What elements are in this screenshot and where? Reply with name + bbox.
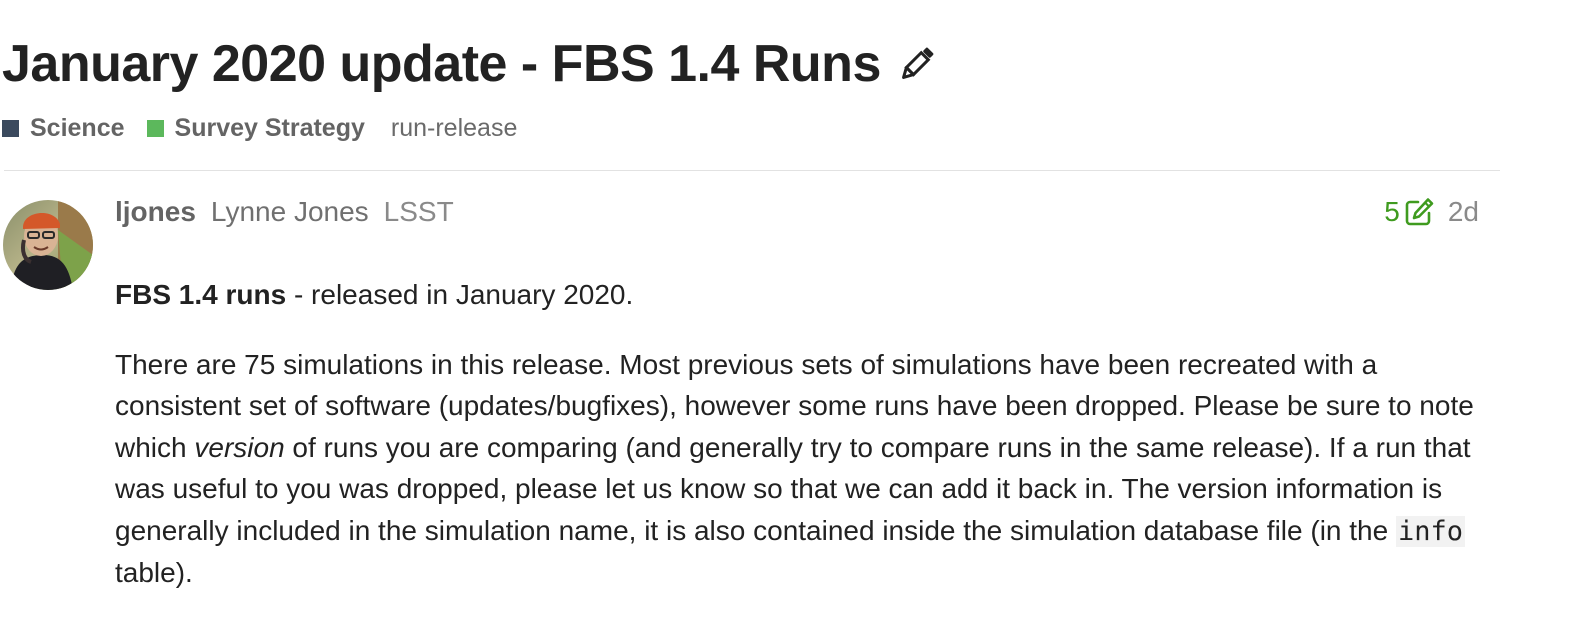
post-paragraph: FBS 1.4 runs - released in January 2020.	[115, 274, 1490, 316]
edit-count: 5	[1384, 196, 1400, 227]
username[interactable]: ljones	[115, 196, 196, 228]
post-paragraph: There are 75 simulations in this release…	[115, 344, 1490, 594]
post-text: of runs you are comparing (and generally…	[115, 431, 1471, 546]
category-color-swatch	[2, 120, 19, 137]
inline-code: info	[1395, 515, 1466, 547]
post-body: FBS 1.4 runs - released in January 2020.…	[115, 274, 1490, 618]
category-science[interactable]: Science	[2, 114, 125, 143]
post-date[interactable]: 2d	[1448, 196, 1479, 228]
topic-header: January 2020 update - FBS 1.4 Runs	[2, 38, 939, 90]
header-divider	[4, 170, 1500, 171]
tag-run-release[interactable]: run-release	[391, 114, 517, 143]
edit-history-button[interactable]: 5	[1384, 196, 1434, 228]
pencil-icon[interactable]	[895, 42, 939, 86]
user-title: LSST	[383, 196, 454, 227]
full-name: Lynne Jones	[210, 196, 369, 227]
post-text: table).	[115, 557, 193, 588]
category-survey-strategy[interactable]: Survey Strategy	[146, 114, 365, 143]
topic-page: January 2020 update - FBS 1.4 Runs Scien…	[0, 0, 1586, 618]
topic-categories-and-tags: Science Survey Strategy run-release	[2, 114, 517, 143]
category-label: Survey Strategy	[174, 114, 365, 142]
post-author: ljones Lynne Jones LSST	[115, 196, 454, 228]
avatar[interactable]	[3, 200, 93, 290]
post-text: - released in January 2020.	[286, 279, 634, 310]
topic-title[interactable]: January 2020 update - FBS 1.4 Runs	[2, 38, 881, 90]
category-color-swatch	[146, 120, 164, 137]
category-label: Science	[30, 114, 125, 142]
post-bold-text: FBS 1.4 runs	[115, 279, 287, 310]
post-italic-text: version	[194, 431, 285, 463]
edit-history-icon	[1404, 197, 1434, 227]
post-info: 5 2d	[1384, 196, 1479, 228]
